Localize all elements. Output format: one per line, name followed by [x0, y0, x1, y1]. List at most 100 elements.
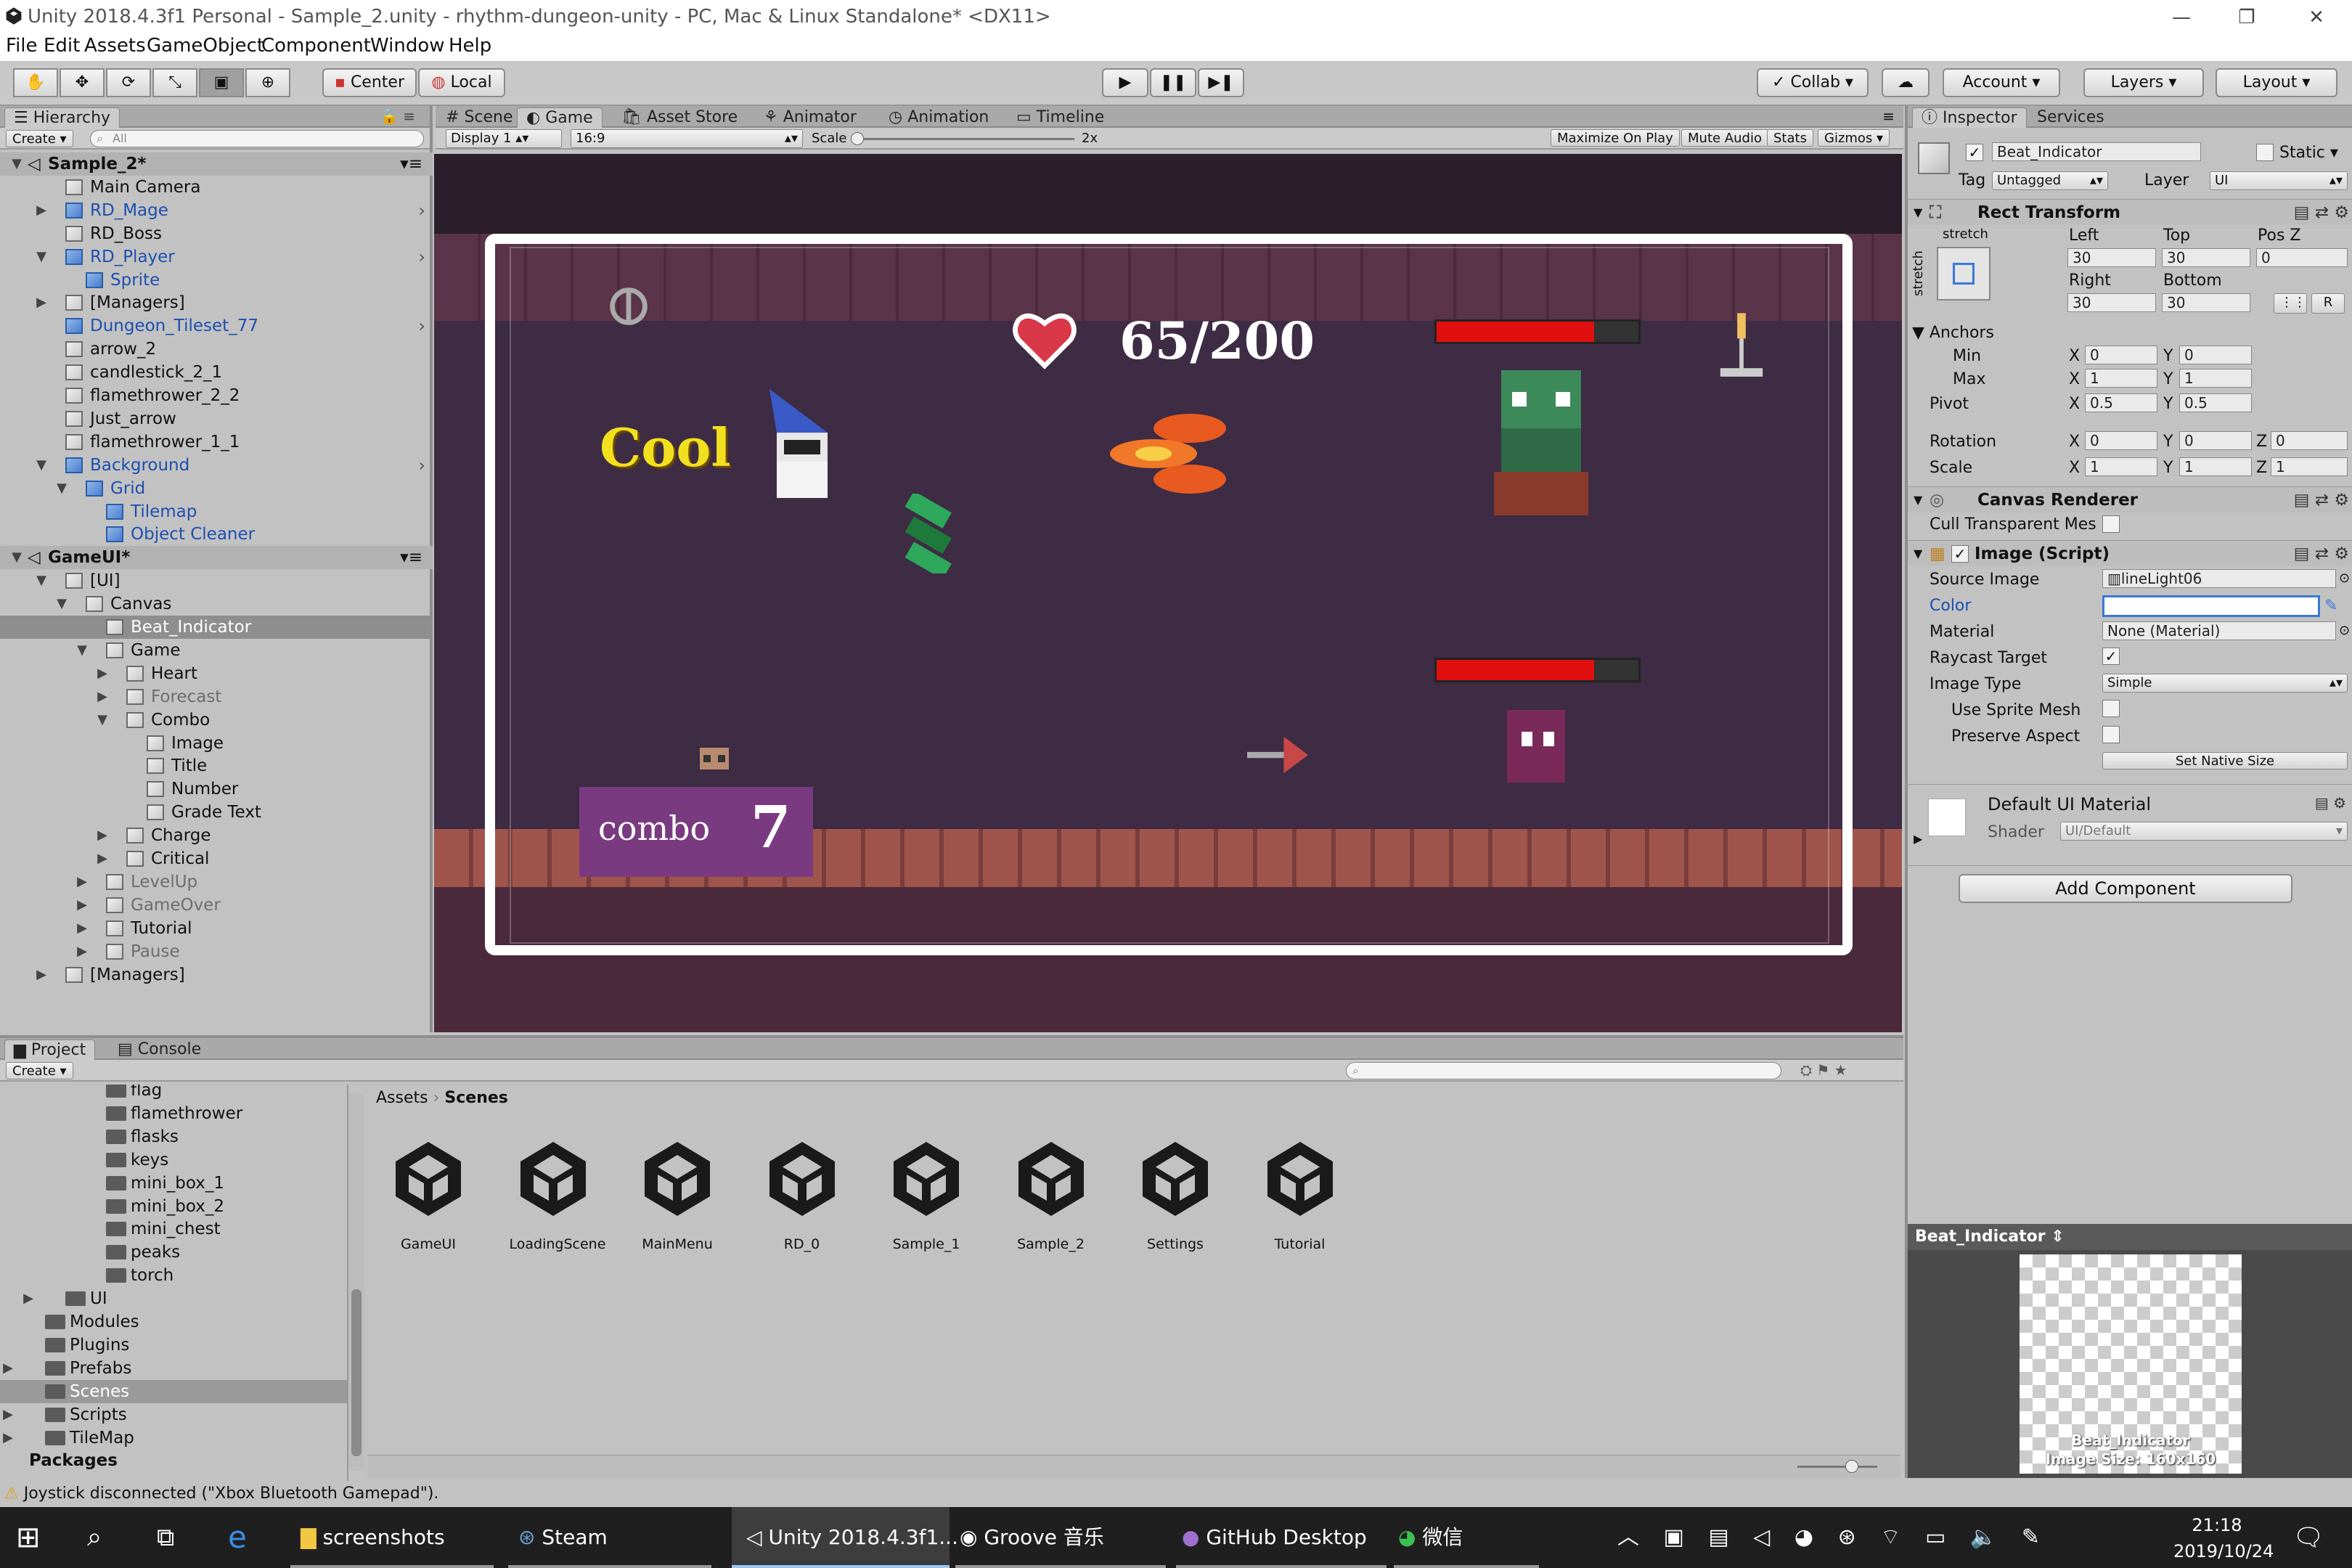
set-native-size-button[interactable]: Set Native Size	[2102, 752, 2348, 769]
eyedropper-icon[interactable]: ✎	[2324, 597, 2337, 615]
account-dropdown[interactable]: Account ▾	[1943, 68, 2060, 97]
canvas-renderer-header[interactable]: ▼ ◎ Canvas Renderer ▤ ⇄ ⚙	[1908, 486, 2352, 513]
icon-size-slider[interactable]	[1797, 1466, 1877, 1468]
foldout-arrow-icon[interactable]: ▼	[54, 477, 70, 500]
layout-dropdown[interactable]: Layout ▾	[2216, 68, 2337, 97]
foldout-arrow-icon[interactable]: ▶	[33, 199, 49, 222]
stats-toggle[interactable]: Stats	[1767, 129, 1813, 147]
mute-audio-toggle[interactable]: Mute Audio	[1681, 129, 1768, 147]
scene-asset[interactable]: Settings	[1132, 1135, 1219, 1252]
project-folder-row[interactable]: ▶ TileMap	[0, 1426, 347, 1450]
scene-asset[interactable]: Tutorial	[1257, 1135, 1344, 1252]
hierarchy-row[interactable]: ▶ Heart	[0, 662, 433, 685]
blueprint-mode-button[interactable]: ⋮⋮	[2274, 293, 2307, 314]
foldout-arrow-icon[interactable]: ▶	[94, 847, 110, 870]
folder-foldout-icon[interactable]: ▶	[0, 1426, 16, 1450]
static-checkbox[interactable]	[2256, 144, 2274, 161]
icon-size-thumb[interactable]	[1845, 1460, 1858, 1473]
rect-tool-button[interactable]: ▣	[199, 68, 244, 97]
display-dropdown[interactable]: Display 1 ▴▾	[446, 129, 562, 148]
hierarchy-search-input[interactable]: ⌕ All	[90, 130, 424, 147]
foldout-arrow-icon[interactable]: ▼	[9, 152, 25, 176]
tab-asset-store[interactable]: 🛍 Asset Store	[613, 107, 746, 128]
canvas-renderer-settings-icon[interactable]: ▤ ⇄ ⚙	[2294, 487, 2349, 513]
anchors-foldout[interactable]: ▼ Anchors	[1912, 324, 1994, 342]
start-button[interactable]: ⊞	[16, 1507, 54, 1568]
material-picker-icon[interactable]: ⊙	[2339, 623, 2350, 638]
foldout-arrow-icon[interactable]: ▶	[33, 291, 49, 314]
taskbar-github[interactable]: ● GitHub Desktop	[1176, 1507, 1387, 1568]
hierarchy-row[interactable]: ▼ Background ›	[0, 454, 433, 477]
project-folder-row[interactable]: ▶ Scripts	[0, 1403, 347, 1426]
scale-z-field[interactable]: 1	[2271, 457, 2348, 476]
material-foldout-icon[interactable]: ▶	[1914, 832, 1922, 846]
task-view-button[interactable]: ⧉	[157, 1507, 193, 1568]
hierarchy-row[interactable]: ▼ Game	[0, 639, 433, 662]
image-script-header[interactable]: ▼ ▦ ✓ Image (Script) ▤ ⇄ ⚙	[1908, 540, 2352, 566]
hierarchy-row[interactable]: RD_Boss	[0, 222, 433, 245]
tab-services[interactable]: Services	[2028, 107, 2113, 128]
hierarchy-row[interactable]: Just_arrow	[0, 407, 433, 430]
folder-foldout-icon[interactable]: ▶	[0, 1403, 16, 1426]
raycast-checkbox[interactable]: ✓	[2102, 648, 2120, 665]
menu-file[interactable]: File	[6, 35, 38, 57]
anchor-presets-button[interactable]	[1937, 247, 1990, 301]
component-settings-icon[interactable]: ▤ ⇄ ⚙	[2294, 200, 2349, 226]
foldout-arrow-icon[interactable]: ▼	[33, 245, 49, 269]
hierarchy-row[interactable]: flamethrower_1_1	[0, 430, 433, 454]
menu-help[interactable]: Help	[449, 35, 491, 57]
filter-icons[interactable]: ⛭ ⚑ ★	[1800, 1061, 1847, 1079]
foldout-arrow-icon[interactable]: ▶	[94, 662, 110, 685]
hierarchy-row[interactable]: Object Cleaner	[0, 523, 433, 546]
foldout-arrow-icon[interactable]: ▶	[33, 963, 49, 987]
foldout-arrow-icon[interactable]: ▶	[74, 894, 90, 917]
hand-tool-button[interactable]: ✋	[13, 68, 58, 97]
hierarchy-row[interactable]: ▼ Combo	[0, 709, 433, 732]
color-field[interactable]	[2102, 595, 2320, 617]
hierarchy-row[interactable]: Number	[0, 777, 433, 801]
system-tray[interactable]: ︿ ▣ ▤ ◁ ◕ ⊛ ⌔ ▭ 🔈 ✎	[1617, 1507, 2184, 1568]
hierarchy-row[interactable]: Grade Text	[0, 801, 433, 824]
pivot-local-button[interactable]: ◍ Local	[418, 68, 505, 97]
scene-asset[interactable]: Sample_1	[883, 1135, 970, 1252]
hierarchy-row[interactable]: Title	[0, 754, 433, 777]
scene-asset[interactable]: MainMenu	[634, 1135, 721, 1252]
foldout-arrow-icon[interactable]: ▼	[94, 709, 110, 732]
scene-asset[interactable]: RD_0	[759, 1135, 846, 1252]
bottom-field[interactable]: 30	[2162, 293, 2250, 312]
object-name-field[interactable]: Beat_Indicator	[1992, 142, 2201, 161]
hierarchy-row[interactable]: Beat_Indicator	[0, 616, 433, 639]
scale-tool-button[interactable]: ⤡	[152, 68, 197, 97]
shader-dropdown[interactable]: UI/Default ▾	[2060, 822, 2348, 841]
tab-console[interactable]: ▤ Console	[109, 1040, 210, 1060]
taskbar-unity[interactable]: ◁ Unity 2018.4.3f1...	[732, 1507, 958, 1568]
pivot-center-button[interactable]: ▪ Center	[322, 68, 417, 97]
project-folder-row[interactable]: flamethrower	[0, 1102, 347, 1125]
project-search-input[interactable]: ⌕	[1346, 1062, 1781, 1079]
right-field[interactable]: 30	[2067, 293, 2156, 312]
foldout-arrow-icon[interactable]: ▶	[74, 870, 90, 894]
scene-menu-icon[interactable]: ▾≡	[400, 546, 422, 569]
taskbar-groove[interactable]: ◉ Groove 音乐	[955, 1507, 1166, 1568]
cloud-button[interactable]: ☁	[1882, 68, 1930, 97]
hierarchy-row[interactable]: ▼ [UI]	[0, 569, 433, 592]
foldout-arrow-icon[interactable]: ▶	[94, 824, 110, 847]
tab-timeline[interactable]: ▭ Timeline	[1008, 107, 1113, 128]
hierarchy-row[interactable]: Main Camera	[0, 176, 433, 199]
scene-asset[interactable]: LoadingScene	[510, 1135, 605, 1252]
collab-button[interactable]: ✓ Collab ▾	[1757, 68, 1869, 97]
project-create-button[interactable]: Create ▾	[6, 1062, 73, 1079]
foldout-arrow-icon[interactable]: ▼	[9, 546, 25, 569]
layer-dropdown[interactable]: UI ▴▾	[2210, 171, 2348, 190]
menu-assets[interactable]: Assets	[84, 35, 146, 57]
hierarchy-row[interactable]: ▶ Charge	[0, 824, 433, 847]
project-folder-row[interactable]: mini_box_2	[0, 1195, 347, 1218]
scene-menu-icon[interactable]: ▾≡	[400, 152, 422, 176]
tab-animator[interactable]: ⚘ Animator	[755, 107, 865, 128]
sprite-mesh-checkbox[interactable]	[2102, 700, 2120, 717]
minimize-button[interactable]: —	[2149, 3, 2214, 32]
hierarchy-row[interactable]: flamethrower_2_2	[0, 384, 433, 407]
project-folder-row[interactable]: mini_chest	[0, 1217, 347, 1241]
aspect-dropdown[interactable]: 16:9 ▴▾	[571, 129, 803, 148]
tab-inspector[interactable]: ⓘ Inspector	[1912, 107, 2027, 128]
